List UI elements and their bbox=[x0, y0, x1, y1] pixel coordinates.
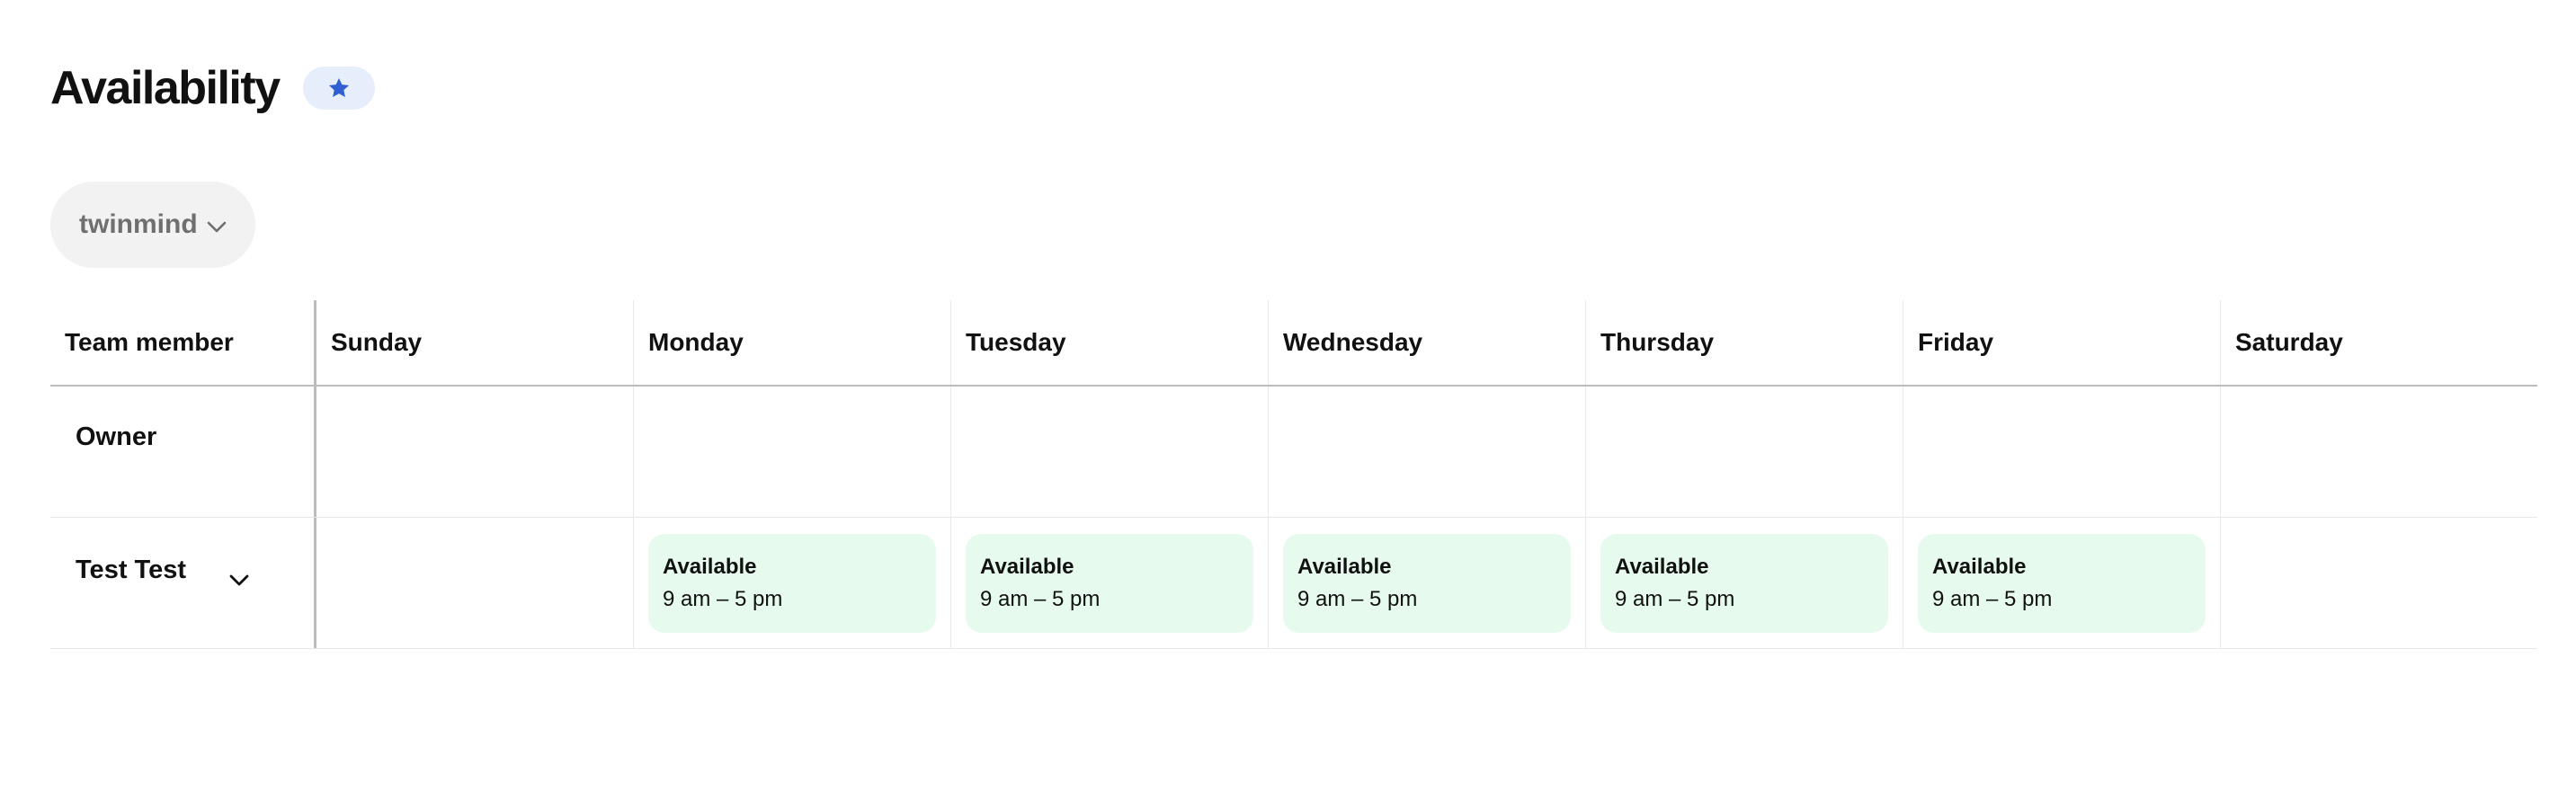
column-header-label: Thursday bbox=[1600, 328, 1715, 356]
column-header-label: Friday bbox=[1918, 328, 1994, 356]
day-cell-sunday[interactable] bbox=[316, 387, 634, 517]
slot-hours: 9 am – 5 pm bbox=[1297, 587, 1418, 611]
day-cell-friday[interactable] bbox=[1903, 387, 2221, 517]
team-selector-value: twinmind bbox=[79, 209, 198, 239]
slot-hours: 9 am – 5 pm bbox=[1615, 587, 1735, 611]
column-header-tuesday: Tuesday bbox=[951, 300, 1269, 385]
slot-hours: 9 am – 5 pm bbox=[663, 587, 783, 611]
slot-hours: 9 am – 5 pm bbox=[1932, 587, 2053, 611]
slot-status: Available bbox=[980, 555, 1074, 579]
page-title: Availability bbox=[50, 62, 281, 114]
day-cell-saturday[interactable] bbox=[2221, 387, 2537, 517]
availability-slot[interactable]: Available 9 am – 5 pm bbox=[648, 534, 936, 633]
availability-slot[interactable]: Available 9 am – 5 pm bbox=[1600, 534, 1888, 633]
column-header-monday: Monday bbox=[634, 300, 951, 385]
day-cell-wednesday: Available 9 am – 5 pm bbox=[1269, 518, 1586, 648]
slot-hours: 9 am – 5 pm bbox=[980, 587, 1101, 611]
grid-header-row: Team member Sunday Monday Tuesday Wednes… bbox=[50, 300, 2537, 387]
column-header-label: Monday bbox=[648, 328, 744, 356]
column-header-thursday: Thursday bbox=[1586, 300, 1903, 385]
column-header-sunday: Sunday bbox=[316, 300, 634, 385]
day-cell-saturday[interactable] bbox=[2221, 518, 2537, 648]
page-header: Availability bbox=[50, 56, 375, 120]
chevron-down-icon bbox=[207, 221, 226, 233]
member-name: Owner bbox=[76, 422, 157, 451]
column-header-label: Wednesday bbox=[1283, 328, 1423, 356]
slot-status: Available bbox=[1297, 555, 1392, 579]
member-row-owner: Owner bbox=[50, 387, 2537, 518]
column-header-label: Saturday bbox=[2235, 328, 2343, 356]
day-cell-tuesday: Available 9 am – 5 pm bbox=[951, 518, 1269, 648]
column-header-friday: Friday bbox=[1903, 300, 2221, 385]
chevron-down-icon bbox=[229, 574, 249, 586]
expand-member-button[interactable] bbox=[221, 563, 257, 599]
column-header-label: Tuesday bbox=[966, 328, 1066, 356]
member-cell: Test Test bbox=[50, 518, 316, 648]
day-cell-friday: Available 9 am – 5 pm bbox=[1903, 518, 2221, 648]
availability-page: Availability twinmind Team member Sunday… bbox=[0, 0, 2576, 800]
availability-slot[interactable]: Available 9 am – 5 pm bbox=[1918, 534, 2206, 633]
day-cell-wednesday[interactable] bbox=[1269, 387, 1586, 517]
day-cell-sunday[interactable] bbox=[316, 518, 634, 648]
availability-slot[interactable]: Available 9 am – 5 pm bbox=[1283, 534, 1571, 633]
member-name: Test Test bbox=[76, 556, 187, 584]
day-cell-thursday: Available 9 am – 5 pm bbox=[1586, 518, 1903, 648]
team-selector-dropdown[interactable]: twinmind bbox=[50, 182, 255, 268]
column-header-saturday: Saturday bbox=[2221, 300, 2537, 385]
availability-grid: Team member Sunday Monday Tuesday Wednes… bbox=[50, 300, 2537, 649]
column-header-team-member: Team member bbox=[50, 300, 316, 385]
favorite-badge[interactable] bbox=[302, 67, 375, 110]
slot-status: Available bbox=[1615, 555, 1709, 579]
slot-status: Available bbox=[1932, 555, 2027, 579]
availability-slot[interactable]: Available 9 am – 5 pm bbox=[966, 534, 1253, 633]
day-cell-monday: Available 9 am – 5 pm bbox=[634, 518, 951, 648]
column-header-label: Sunday bbox=[331, 328, 423, 356]
column-header-wednesday: Wednesday bbox=[1269, 300, 1586, 385]
day-cell-tuesday[interactable] bbox=[951, 387, 1269, 517]
day-cell-thursday[interactable] bbox=[1586, 387, 1903, 517]
member-row-test-test: Test Test Available 9 am – 5 pm Availabl… bbox=[50, 518, 2537, 649]
day-cell-monday[interactable] bbox=[634, 387, 951, 517]
star-icon bbox=[328, 77, 349, 97]
member-cell: Owner bbox=[50, 387, 316, 517]
column-header-label: Team member bbox=[65, 328, 234, 356]
slot-status: Available bbox=[663, 555, 757, 579]
